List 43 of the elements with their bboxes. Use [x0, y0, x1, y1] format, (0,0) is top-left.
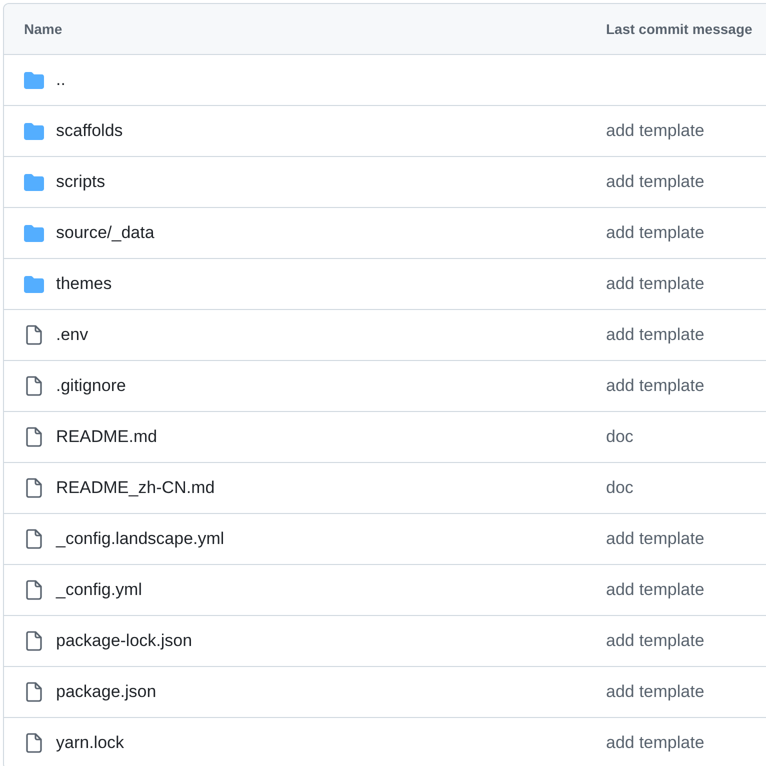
file-name-link[interactable]: package.json: [56, 682, 156, 702]
commit-message-link[interactable]: add template: [606, 274, 704, 294]
folder-icon: [24, 174, 44, 190]
commit-message-link[interactable]: add template: [606, 172, 704, 192]
file-icon: [26, 478, 42, 498]
commit-message-link[interactable]: add template: [606, 121, 704, 141]
commit-message-link[interactable]: add template: [606, 580, 704, 600]
folder-icon: [24, 224, 44, 242]
commit-message-link[interactable]: add template: [606, 325, 704, 345]
file-icon: [26, 376, 42, 396]
file-name-link[interactable]: scaffolds: [56, 121, 123, 141]
folder-icon: [24, 122, 44, 140]
file-icon: [26, 325, 42, 345]
file-icon: [26, 631, 42, 651]
file-icon: [26, 580, 42, 600]
file-icon: [26, 682, 42, 702]
file-name-link[interactable]: yarn.lock: [56, 733, 124, 753]
file-icon: [26, 733, 42, 753]
file-name-link[interactable]: _config.landscape.yml: [56, 529, 224, 549]
commit-message-link[interactable]: add template: [606, 376, 704, 396]
column-header: Last commit message: [606, 21, 752, 37]
file-name-link[interactable]: README_zh-CN.md: [56, 478, 215, 498]
file-name-link[interactable]: package-lock.json: [56, 631, 192, 651]
file-name-link[interactable]: .env: [56, 325, 88, 345]
file-name-link[interactable]: README.md: [56, 427, 158, 447]
column-header: Name: [24, 21, 62, 37]
file-name-link[interactable]: _config.yml: [56, 580, 142, 600]
file-name-link[interactable]: ..: [56, 70, 66, 90]
file-name-link[interactable]: source/_data: [56, 223, 154, 243]
commit-message-link[interactable]: doc: [606, 478, 634, 498]
folder-icon: [24, 72, 44, 88]
file-name-link[interactable]: .gitignore: [56, 376, 126, 396]
file-name-link[interactable]: themes: [56, 274, 112, 294]
file-icon: [26, 427, 42, 447]
file-icon: [26, 529, 42, 549]
commit-message-link[interactable]: add template: [606, 733, 704, 753]
commit-message-link[interactable]: add template: [606, 631, 704, 651]
commit-message-link[interactable]: doc: [606, 427, 634, 447]
file-name-link[interactable]: scripts: [56, 172, 106, 192]
folder-icon: [24, 276, 44, 292]
commit-message-link[interactable]: add template: [606, 682, 704, 702]
commit-message-link[interactable]: add template: [606, 529, 704, 549]
commit-message-link[interactable]: add template: [606, 223, 704, 243]
